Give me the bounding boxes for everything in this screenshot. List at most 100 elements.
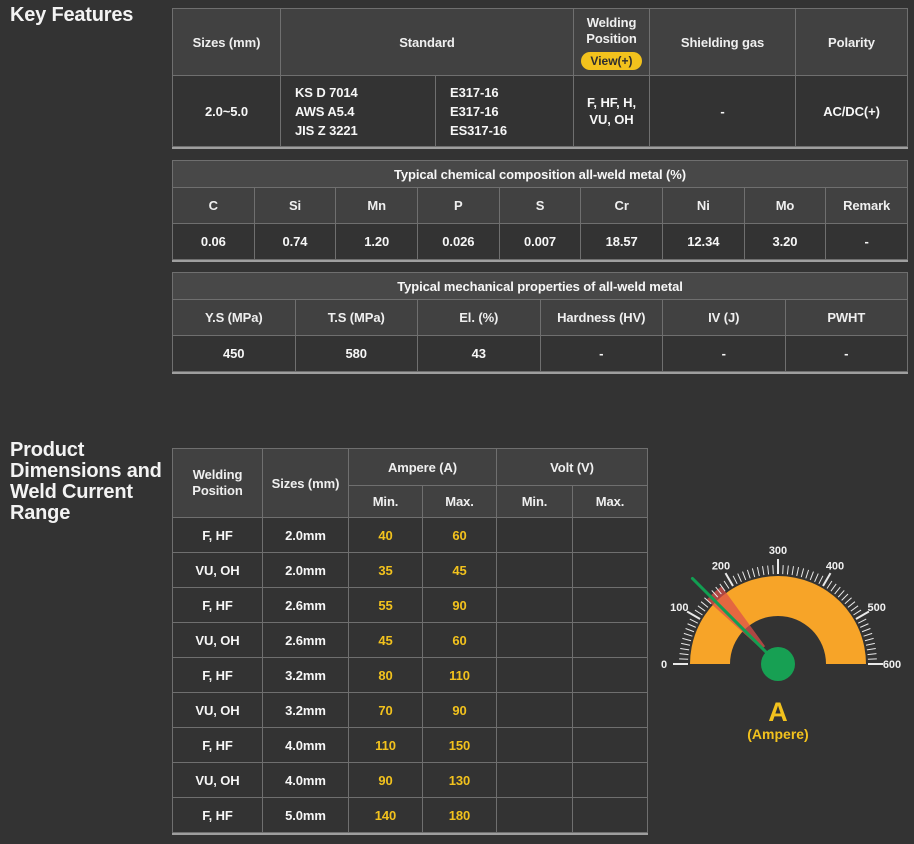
mech-col-header: Y.S (MPa) (173, 300, 295, 335)
mechanical-table-title: Typical mechanical properties of all-wel… (173, 273, 907, 299)
standard-class: E317-16 (450, 102, 507, 121)
ampere-max-header: Max. (423, 486, 496, 517)
row-ampere-min: 70 (349, 693, 422, 727)
row-volt-max (573, 798, 647, 832)
row-volt-max (573, 763, 647, 797)
gauge-minor-tick (792, 566, 793, 575)
chem-col-header: C (173, 188, 254, 223)
chem-col-header: Remark (826, 188, 907, 223)
chem-value: 0.06 (173, 224, 254, 259)
row-volt-max (573, 623, 647, 657)
gauge-minor-tick (681, 643, 690, 645)
gauge-minor-tick (695, 610, 703, 615)
gauge-minor-tick (862, 629, 870, 632)
row-volt-min (497, 658, 572, 692)
row-ampere-max: 180 (423, 798, 496, 832)
row-ampere-min: 140 (349, 798, 422, 832)
row-ampere-min: 90 (349, 763, 422, 797)
gauge-minor-tick (810, 572, 813, 580)
row-volt-max (573, 588, 647, 622)
view-button[interactable]: View(+) (581, 52, 641, 70)
gauge-minor-tick (864, 633, 873, 636)
current-header-sizes: Sizes (mm) (263, 449, 348, 517)
gauge-tick-label: 0 (661, 659, 667, 671)
gauge-tick-label: 600 (883, 659, 901, 671)
mech-col-header: El. (%) (418, 300, 540, 335)
gauge-tick-label: 200 (712, 560, 730, 572)
chem-col-header: S (500, 188, 581, 223)
row-position: F, HF (173, 798, 262, 832)
gauge-minor-tick (815, 574, 819, 582)
row-size: 2.0mm (263, 518, 348, 552)
row-volt-min (497, 623, 572, 657)
gauge-minor-tick (684, 633, 693, 636)
row-volt-max (573, 518, 647, 552)
row-ampere-max: 110 (423, 658, 496, 692)
row-volt-max (573, 553, 647, 587)
gauge-minor-tick (868, 654, 877, 655)
spec-shielding-gas-value: - (650, 76, 795, 146)
spec-header-sizes: Sizes (mm) (173, 9, 280, 75)
gauge-minor-tick (747, 570, 750, 579)
gauge-minor-tick (738, 574, 742, 582)
gauge-minor-tick (733, 576, 737, 584)
row-volt-min (497, 588, 572, 622)
gauge-minor-tick (866, 643, 875, 645)
mech-value: 43 (418, 336, 540, 371)
spec-standard-classes: E317-16 E317-16 ES317-16 (436, 76, 573, 146)
gauge-tick-label: 400 (826, 560, 844, 572)
chem-value: 3.20 (745, 224, 826, 259)
row-size: 2.6mm (263, 588, 348, 622)
row-position: F, HF (173, 658, 262, 692)
row-ampere-min: 110 (349, 728, 422, 762)
mech-col-header: IV (J) (663, 300, 785, 335)
spec-header-standard: Standard (281, 9, 573, 75)
row-size: 3.2mm (263, 658, 348, 692)
row-volt-min (497, 798, 572, 832)
gauge-unit-label: A (768, 697, 788, 727)
spec-header-polarity: Polarity (796, 9, 907, 75)
mech-col-header: Hardness (HV) (541, 300, 663, 335)
gauge-minor-tick (743, 572, 746, 580)
gauge-minor-tick (698, 606, 705, 611)
chem-col-header: Ni (663, 188, 744, 223)
ampere-gauge: 0100200300400500600 A (Ampere) (650, 528, 914, 744)
gauge-minor-tick (797, 567, 799, 576)
chem-value: 0.007 (500, 224, 581, 259)
gauge-minor-tick (842, 594, 848, 600)
gauge-minor-tick (763, 566, 764, 575)
chem-value: 0.026 (418, 224, 499, 259)
spec-polarity-value: AC/DC(+) (796, 76, 907, 146)
chem-value: 1.20 (336, 224, 417, 259)
row-position: F, HF (173, 728, 262, 762)
row-position: VU, OH (173, 623, 262, 657)
gauge-minor-tick (819, 576, 823, 584)
row-ampere-min: 40 (349, 518, 422, 552)
row-ampere-min: 45 (349, 623, 422, 657)
gauge-minor-tick (752, 568, 754, 577)
ampere-min-header: Min. (349, 486, 422, 517)
gauge-minor-tick (682, 638, 691, 640)
row-ampere-max: 130 (423, 763, 496, 797)
spec-table: Sizes (mm) Standard Welding Position Vie… (172, 8, 908, 149)
gauge-minor-tick (768, 566, 769, 575)
gauge-minor-tick (853, 610, 861, 615)
chem-col-header: Si (255, 188, 336, 223)
product-dimensions-heading: Product Dimensions and Weld Current Rang… (10, 440, 178, 524)
current-header-volt: Volt (V) (497, 449, 647, 485)
row-size: 4.0mm (263, 763, 348, 797)
chem-col-header: Mo (745, 188, 826, 223)
gauge-minor-tick (831, 584, 836, 591)
gauge-minor-tick (848, 602, 855, 608)
gauge-tick-label: 300 (769, 545, 787, 557)
gauge-minor-tick (680, 649, 689, 650)
spec-standard-codes: KS D 7014 AWS A5.4 JIS Z 3221 (281, 76, 435, 146)
row-ampere-max: 150 (423, 728, 496, 762)
chem-value: 12.34 (663, 224, 744, 259)
row-volt-min (497, 553, 572, 587)
gauge-minor-tick (865, 638, 874, 640)
gauge-minor-tick (686, 629, 694, 632)
chem-col-header: Mn (336, 188, 417, 223)
gauge-tick-label: 100 (670, 602, 688, 614)
row-volt-min (497, 693, 572, 727)
